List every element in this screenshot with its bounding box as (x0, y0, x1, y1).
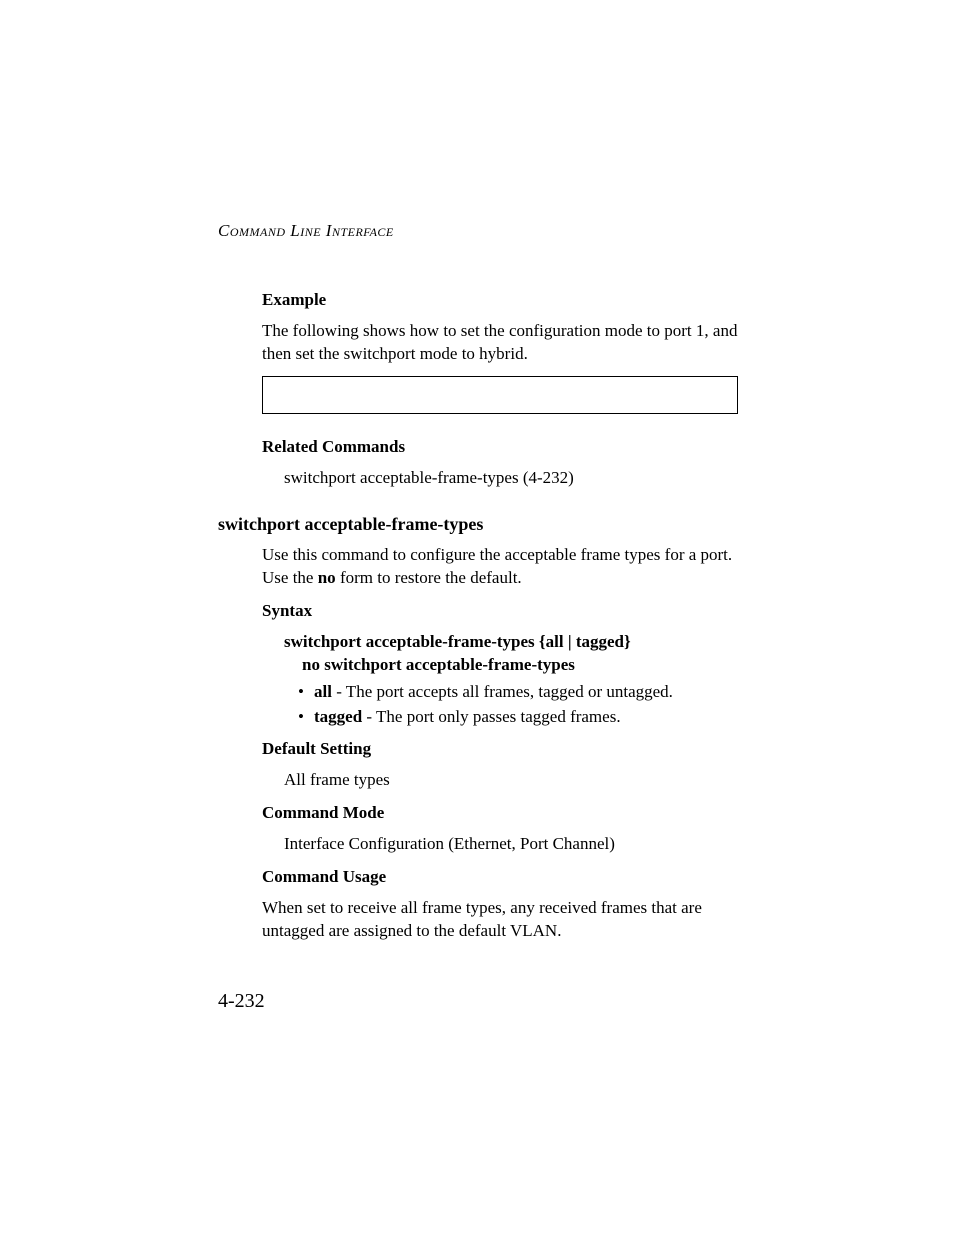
running-header: Command Line Interface (218, 220, 738, 243)
intro-no-keyword: no (318, 568, 336, 587)
syntax-line-2: no switchport acceptable-frame-types (302, 654, 738, 677)
heading-command-mode: Command Mode (262, 802, 738, 825)
intro-text-b: form to restore the default. (336, 568, 522, 587)
list-item: tagged - The port only passes tagged fra… (298, 706, 738, 729)
heading-related-commands: Related Commands (262, 436, 738, 459)
list-item: all - The port accepts all frames, tagge… (298, 681, 738, 704)
para-default-setting: All frame types (284, 769, 738, 792)
page-number: 4-232 (218, 988, 265, 1015)
para-command-usage: When set to receive all frame types, any… (262, 897, 738, 943)
syntax-block: switchport acceptable-frame-types {all |… (284, 631, 738, 677)
option-desc: - The port only passes tagged frames. (362, 707, 620, 726)
para-example: The following shows how to set the confi… (262, 320, 738, 366)
syntax-options-list: all - The port accepts all frames, tagge… (298, 681, 738, 729)
para-related-commands: switchport acceptable-frame-types (4-232… (284, 467, 738, 490)
section-example: Example The following shows how to set t… (262, 289, 738, 490)
heading-example: Example (262, 289, 738, 312)
option-keyword: tagged (314, 707, 362, 726)
option-keyword: all (314, 682, 332, 701)
code-example-box (262, 376, 738, 414)
para-intro: Use this command to configure the accept… (262, 544, 738, 590)
heading-command-usage: Command Usage (262, 866, 738, 889)
heading-default-setting: Default Setting (262, 738, 738, 761)
page-content: Command Line Interface Example The follo… (218, 220, 738, 953)
para-command-mode: Interface Configuration (Ethernet, Port … (284, 833, 738, 856)
section-switchport-acceptable-frame-types: switchport acceptable-frame-types Use th… (262, 512, 738, 943)
heading-command: switchport acceptable-frame-types (218, 512, 738, 536)
syntax-line-1: switchport acceptable-frame-types {all |… (284, 631, 738, 654)
option-desc: - The port accepts all frames, tagged or… (332, 682, 673, 701)
heading-syntax: Syntax (262, 600, 738, 623)
